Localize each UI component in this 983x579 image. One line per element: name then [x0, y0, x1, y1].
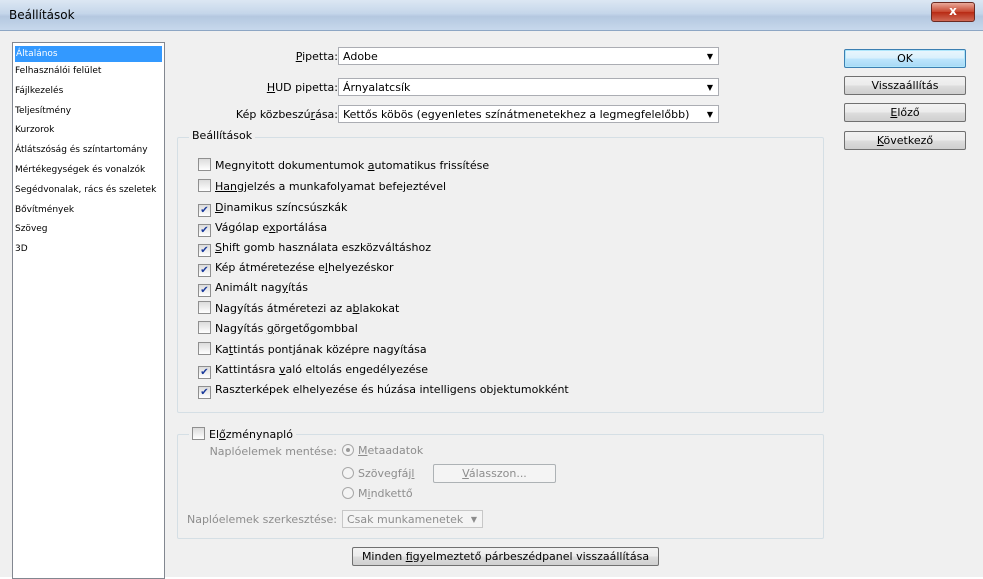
sidebar-item[interactable]: Felhasználói felület [13, 62, 164, 82]
checkbox[interactable] [198, 321, 211, 334]
sidebar-item[interactable]: Szöveg [13, 220, 164, 240]
chevron-down-icon: ▼ [470, 515, 477, 524]
save-items-label: Naplóelemek mentése: [209, 445, 337, 458]
preferences-window: Beállítások x Általános Felhasználói felü… [0, 0, 983, 579]
pipetta-select[interactable]: Adobe ▼ [338, 47, 719, 65]
interpolation-label: Kép közbeszúrása: [235, 108, 338, 121]
chevron-down-icon: ▼ [706, 110, 713, 119]
checkmark-icon[interactable]: ✔ [198, 224, 211, 237]
sidebar-item[interactable]: Fájlkezelés [13, 82, 164, 102]
title-bar[interactable]: Beállítások x [0, 0, 983, 31]
choose-file-button[interactable]: Válasszon... [433, 464, 556, 483]
hud-pipetta-select[interactable]: Árnyalatcsík ▼ [338, 78, 719, 96]
option-checkbox[interactable]: ✔ Raszterképek elhelyezése és húzása inte… [198, 382, 569, 399]
options-group-legend: Beállítások [189, 129, 256, 142]
reset-warnings-button[interactable]: Minden figyelmeztető párbeszédpanel viss… [352, 547, 659, 566]
window-title: Beállítások [9, 8, 75, 22]
checkmark-icon[interactable]: ✔ [198, 366, 211, 379]
checkmark-icon[interactable]: ✔ [198, 284, 211, 297]
reset-button[interactable]: Visszaállítás [844, 76, 966, 95]
close-button[interactable]: x [931, 2, 975, 22]
edit-items-label: Naplóelemek szerkesztése: [186, 513, 337, 526]
checkmark-icon[interactable]: ✔ [198, 204, 211, 217]
pipetta-label: Pipetta: [295, 50, 338, 63]
sidebar-item[interactable]: Átlátszóság és színtartomány [13, 141, 164, 161]
option-checkbox[interactable]: ✔ Animált nagyítás [198, 280, 308, 297]
category-list: Általános Felhasználói felület Fájlkezelés… [12, 42, 165, 579]
interpolation-select[interactable]: Kettős köbös (egyenletes színátmenetekhe… [338, 105, 719, 123]
sidebar-item[interactable]: Kurzorok [13, 121, 164, 141]
sidebar-item[interactable]: Általános [15, 46, 162, 62]
option-checkbox[interactable]: Nagyítás görgetőgombbal [198, 321, 358, 337]
next-button[interactable]: Következő [844, 131, 966, 150]
option-checkbox[interactable]: Megnyitott dokumentumok automatikus fris… [198, 158, 489, 174]
checkmark-icon[interactable]: ✔ [198, 244, 211, 257]
radio-metadata[interactable]: Metaadatok [342, 443, 423, 459]
close-icon[interactable]: x [949, 4, 957, 18]
checkbox[interactable] [198, 158, 211, 171]
history-log-checkbox[interactable]: Előzménynapló [189, 427, 296, 441]
option-checkbox[interactable]: ✔ Shift gomb használata eszközváltáshoz [198, 240, 431, 257]
option-checkbox[interactable]: ✔ Vágólap exportálása [198, 220, 327, 237]
radio-textfile[interactable]: Szövegfájl [342, 466, 414, 482]
checkbox[interactable] [198, 179, 211, 192]
option-checkbox[interactable]: Kattintás pontjának középre nagyítása [198, 342, 427, 358]
option-checkbox[interactable]: Hangjelzés a munkafolyamat befejeztével [198, 179, 446, 195]
option-checkbox[interactable]: ✔ Dinamikus színcsúszkák [198, 200, 347, 217]
radio-icon[interactable] [342, 487, 354, 499]
checkbox[interactable] [198, 342, 211, 355]
checkbox[interactable] [198, 301, 211, 314]
radio-icon[interactable] [342, 444, 354, 456]
sidebar-item[interactable]: Mértékegységek és vonalzók [13, 161, 164, 181]
checkmark-icon[interactable]: ✔ [198, 386, 211, 399]
radio-both[interactable]: Mindkettő [342, 486, 413, 502]
chevron-down-icon: ▼ [706, 52, 713, 61]
checkbox[interactable] [192, 427, 205, 440]
sidebar-item[interactable]: Teljesítmény [13, 102, 164, 122]
previous-button[interactable]: Előző [844, 103, 966, 122]
hud-pipetta-label: HUD pipetta: [266, 81, 338, 94]
edit-items-select[interactable]: Csak munkamenetek ▼ [342, 510, 483, 528]
checkmark-icon[interactable]: ✔ [198, 264, 211, 277]
ok-button[interactable]: OK [844, 49, 966, 68]
radio-icon[interactable] [342, 467, 354, 479]
option-checkbox[interactable]: ✔ Kép átméretezése elhelyezéskor [198, 260, 394, 277]
sidebar-item[interactable]: Segédvonalak, rács és szeletek [13, 181, 164, 201]
chevron-down-icon: ▼ [706, 83, 713, 92]
option-checkbox[interactable]: ✔ Kattintásra való eltolás engedélyezése [198, 362, 428, 379]
option-checkbox[interactable]: Nagyítás átméretezi az ablakokat [198, 301, 399, 317]
sidebar-item[interactable]: Bővítmények [13, 201, 164, 221]
sidebar-item[interactable]: 3D [13, 240, 164, 260]
